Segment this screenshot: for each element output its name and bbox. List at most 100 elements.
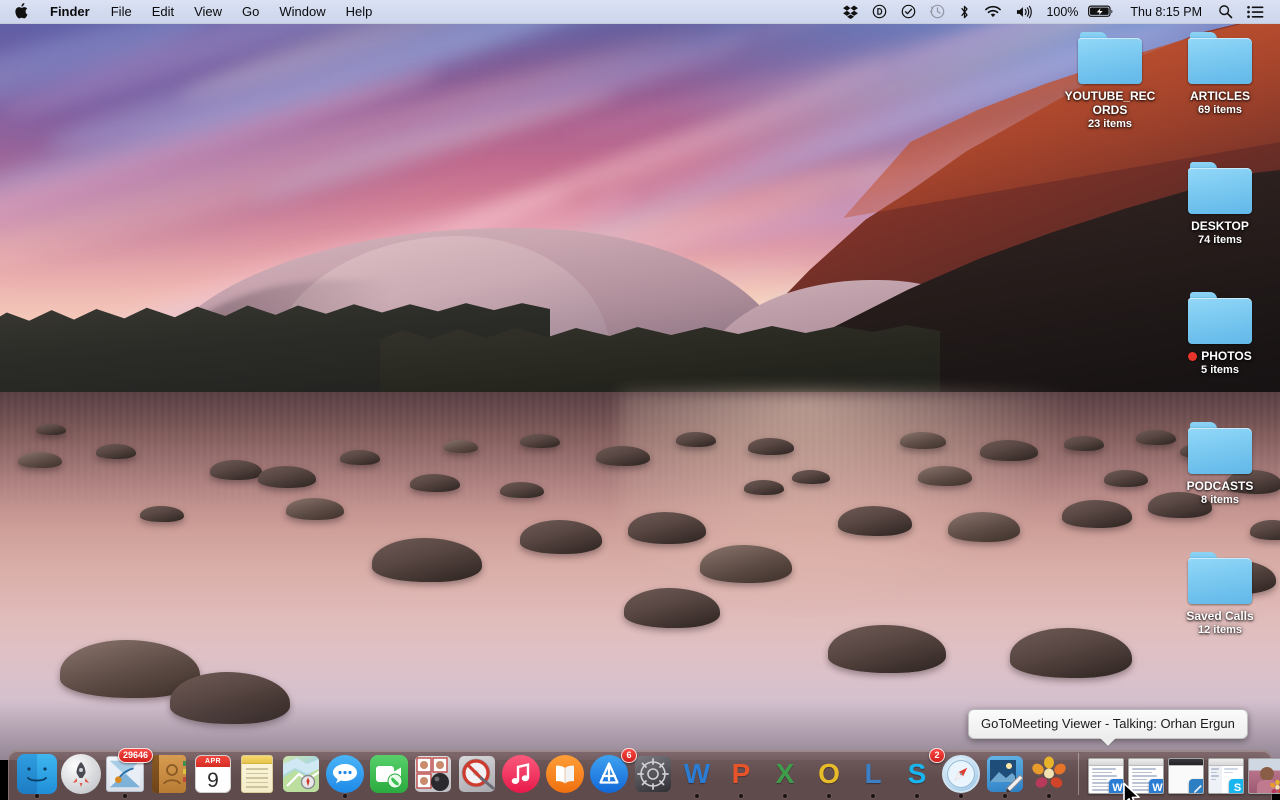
dock-badge: 29646 xyxy=(117,748,153,763)
desktop-icon-label: PHOTOS xyxy=(1201,349,1252,363)
running-indicator-dot xyxy=(35,794,39,798)
wifi-icon[interactable] xyxy=(977,0,1009,23)
folder-icon xyxy=(1188,552,1252,604)
preview-icon xyxy=(985,754,1025,794)
dock-minimized-webcam-window[interactable] xyxy=(1246,751,1280,799)
menu-bar-status-area: 100% Thu 8:15 PM xyxy=(836,0,1280,23)
dock-item-launchpad[interactable] xyxy=(59,751,103,799)
desktop-icon-photos[interactable]: PHOTOS 5 items xyxy=(1165,292,1275,377)
dock-minimized-preview-window[interactable] xyxy=(1166,751,1206,799)
dock-item-system-preferences[interactable] xyxy=(631,751,675,799)
desktop-icon-label: YOUTUBE_REC ORDS xyxy=(1064,89,1156,117)
menu-bar: Finder File Edit View Go Window Help 100… xyxy=(0,0,1280,24)
app-letter-glyph: X xyxy=(775,758,795,789)
running-indicator-dot xyxy=(343,794,347,798)
dock-item-facetime[interactable] xyxy=(367,751,411,799)
dropbox-icon[interactable] xyxy=(836,0,865,23)
dock-item-powerpoint[interactable]: P xyxy=(719,751,763,799)
menu-item-window[interactable]: Window xyxy=(269,0,335,23)
dock-item-contacts[interactable] xyxy=(147,751,191,799)
running-indicator-dot xyxy=(827,794,831,798)
running-indicator-dot xyxy=(871,794,875,798)
menu-bar-clock[interactable]: Thu 8:15 PM xyxy=(1121,5,1211,19)
dock-item-maps[interactable] xyxy=(279,751,323,799)
desktop-icon-saved-calls[interactable]: Saved Calls 12 items xyxy=(1165,552,1275,637)
search-icon[interactable] xyxy=(1211,0,1240,23)
dock-item-ibooks[interactable] xyxy=(543,751,587,799)
powerpoint-icon: P xyxy=(721,754,761,794)
notes-icon xyxy=(237,754,277,794)
launchpad-icon xyxy=(61,754,101,794)
dock-app-section: 29646 APR 9 6 W P X O L S 2 xyxy=(15,748,1071,799)
itunes-icon xyxy=(501,754,541,794)
excel-icon: X xyxy=(765,754,805,794)
dock-item-notes[interactable] xyxy=(235,751,279,799)
checkmark-circle-icon[interactable] xyxy=(894,0,923,23)
dock-item-photos-app[interactable] xyxy=(1027,751,1071,799)
app-status-icon[interactable] xyxy=(865,0,894,23)
messages-icon xyxy=(325,754,365,794)
desktop-icon-label-row: PHOTOS xyxy=(1188,349,1252,363)
dock-item-lync[interactable]: L xyxy=(851,751,895,799)
folder-icon xyxy=(1188,32,1252,84)
desktop-icon-label: ARTICLES xyxy=(1190,89,1250,103)
desktop-icon-count: 12 items xyxy=(1197,624,1243,636)
dock-item-skype[interactable]: S2 xyxy=(895,748,945,799)
outlook-icon: O xyxy=(809,754,849,794)
tag-dot-icon xyxy=(1188,351,1198,361)
dock: 29646 APR 9 6 W P X O L S 2 WWS xyxy=(8,748,1280,800)
menu-item-go[interactable]: Go xyxy=(232,0,269,23)
desktop-icon-desktop[interactable]: DESKTOP 74 items xyxy=(1165,162,1275,247)
dock-item-word[interactable]: W xyxy=(675,751,719,799)
dock-minimized-word-window-2[interactable]: W xyxy=(1126,751,1166,799)
menu-item-edit[interactable]: Edit xyxy=(142,0,184,23)
apple-logo-icon[interactable] xyxy=(0,0,39,23)
folder-icon xyxy=(1188,422,1252,474)
window-app-badge xyxy=(1269,779,1280,793)
desktop-icon-podcasts[interactable]: PODCASTS 8 items xyxy=(1165,422,1275,507)
list-icon[interactable] xyxy=(1240,0,1271,23)
finder-icon xyxy=(17,754,57,794)
window-thumbnail xyxy=(1248,758,1280,794)
dock-item-dvd-player[interactable] xyxy=(455,751,499,799)
dock-item-outlook[interactable]: O xyxy=(807,751,851,799)
photo-booth-icon xyxy=(413,754,453,794)
dock-item-safari[interactable] xyxy=(939,751,983,799)
dock-badge: 2 xyxy=(929,748,945,763)
menu-item-finder[interactable]: Finder xyxy=(39,0,101,23)
dock-item-finder[interactable] xyxy=(15,751,59,799)
desktop-icon-grid: YOUTUBE_REC ORDS 23 items ARTICLES 69 items… xyxy=(0,24,1280,800)
dock-minimized-word-window-1[interactable]: W xyxy=(1086,751,1126,799)
dock-item-photo-booth[interactable] xyxy=(411,751,455,799)
menu-item-help[interactable]: Help xyxy=(336,0,383,23)
dock-minimized-skype-window[interactable]: S xyxy=(1206,751,1246,799)
dock-item-app-store[interactable]: 6 xyxy=(587,748,637,799)
window-app-badge: S xyxy=(1229,779,1243,793)
running-indicator-dot xyxy=(123,794,127,798)
dock-item-messages[interactable] xyxy=(323,751,367,799)
safari-icon xyxy=(941,754,981,794)
desktop-icon-label-row: DESKTOP xyxy=(1191,219,1249,233)
dock-item-itunes[interactable] xyxy=(499,751,543,799)
dock-item-excel[interactable]: X xyxy=(763,751,807,799)
running-indicator-dot xyxy=(1003,794,1007,798)
menu-item-file[interactable]: File xyxy=(101,0,142,23)
app-letter-glyph: O xyxy=(818,758,840,789)
menu-item-view[interactable]: View xyxy=(184,0,232,23)
bluetooth-icon[interactable] xyxy=(952,0,977,23)
app-letter-glyph: S xyxy=(907,758,927,789)
battery-charging-icon[interactable] xyxy=(1081,0,1121,23)
folder-icon xyxy=(1078,32,1142,84)
window-app-badge: W xyxy=(1149,779,1163,793)
dock-item-calendar[interactable]: APR 9 xyxy=(191,751,235,799)
desktop-icon-count: 69 items xyxy=(1197,104,1243,116)
calendar-icon: APR 9 xyxy=(193,754,233,794)
dock-item-mail[interactable]: 29646 xyxy=(103,748,153,799)
desktop-icon-articles[interactable]: ARTICLES 69 items xyxy=(1165,32,1275,117)
volume-icon[interactable] xyxy=(1009,0,1041,23)
desktop-icon-count: 5 items xyxy=(1201,364,1239,376)
contacts-icon xyxy=(149,754,189,794)
dock-item-preview[interactable] xyxy=(983,751,1027,799)
time-machine-icon[interactable] xyxy=(923,0,952,23)
desktop-icon-youtube-records[interactable]: YOUTUBE_REC ORDS 23 items xyxy=(1055,32,1165,131)
